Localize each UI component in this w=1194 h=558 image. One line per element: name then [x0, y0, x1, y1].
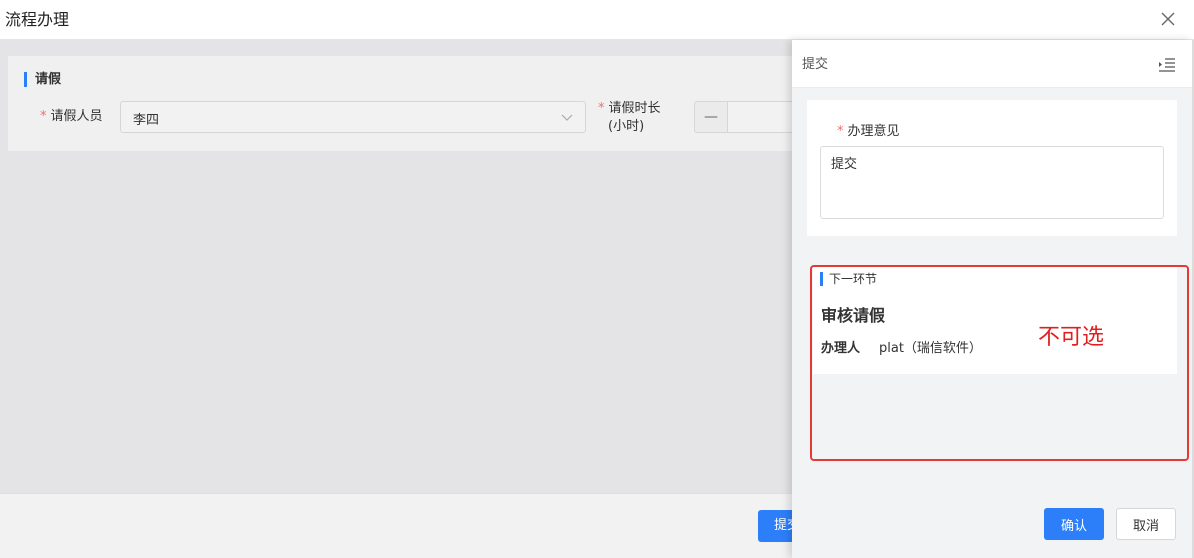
section-title-leave: 请假 — [24, 72, 61, 87]
duration-input[interactable] — [727, 101, 792, 133]
submit-drawer: 提交 * 办理意见 提交 下一环节 审核请假 办理人 plat（瑞信软件） 不可选… — [792, 40, 1192, 558]
dialog-title: 流程办理 — [5, 10, 70, 29]
leave-form-card: 请假 * 请假人员 李四 * 请假时长 (小时) — — [8, 56, 792, 151]
next-step-card: 下一环节 审核请假 办理人 plat（瑞信软件） — [813, 266, 1177, 374]
dialog-footer: 提交 — [0, 493, 792, 558]
menu-fold-icon[interactable] — [1158, 57, 1176, 73]
applicant-label: * 请假人员 — [40, 109, 103, 124]
main-form-area: 请假 * 请假人员 李四 * 请假时长 (小时) — — [0, 40, 792, 493]
confirm-button[interactable]: 确认 — [1044, 508, 1104, 540]
opinion-textarea[interactable]: 提交 — [820, 146, 1164, 219]
submit-button[interactable]: 提交 — [758, 510, 792, 542]
duration-label: * 请假时长 (小时) — [598, 101, 661, 134]
cancel-button[interactable]: 取消 — [1116, 508, 1176, 540]
handler-value: plat（瑞信软件） — [879, 341, 982, 356]
chevron-down-icon — [561, 114, 573, 121]
close-icon[interactable] — [1158, 9, 1178, 29]
next-node-name: 审核请假 — [821, 306, 886, 325]
applicant-select[interactable]: 李四 — [120, 101, 586, 133]
required-mark: * — [837, 124, 844, 139]
annotation-text: 不可选 — [1038, 325, 1105, 350]
duration-decrease-button[interactable]: — — [694, 101, 728, 133]
handler-label: 办理人 — [821, 341, 861, 356]
drawer-header: 提交 — [792, 40, 1192, 88]
drawer-title: 提交 — [802, 57, 829, 72]
required-mark: * — [598, 101, 605, 116]
dialog-header: 流程办理 — [0, 0, 1194, 40]
opinion-card: * 办理意见 提交 — [807, 100, 1177, 236]
required-mark: * — [40, 109, 47, 124]
applicant-select-value: 李四 — [133, 113, 160, 128]
opinion-label: * 办理意见 — [837, 124, 900, 139]
section-title-next-step: 下一环节 — [820, 272, 877, 286]
